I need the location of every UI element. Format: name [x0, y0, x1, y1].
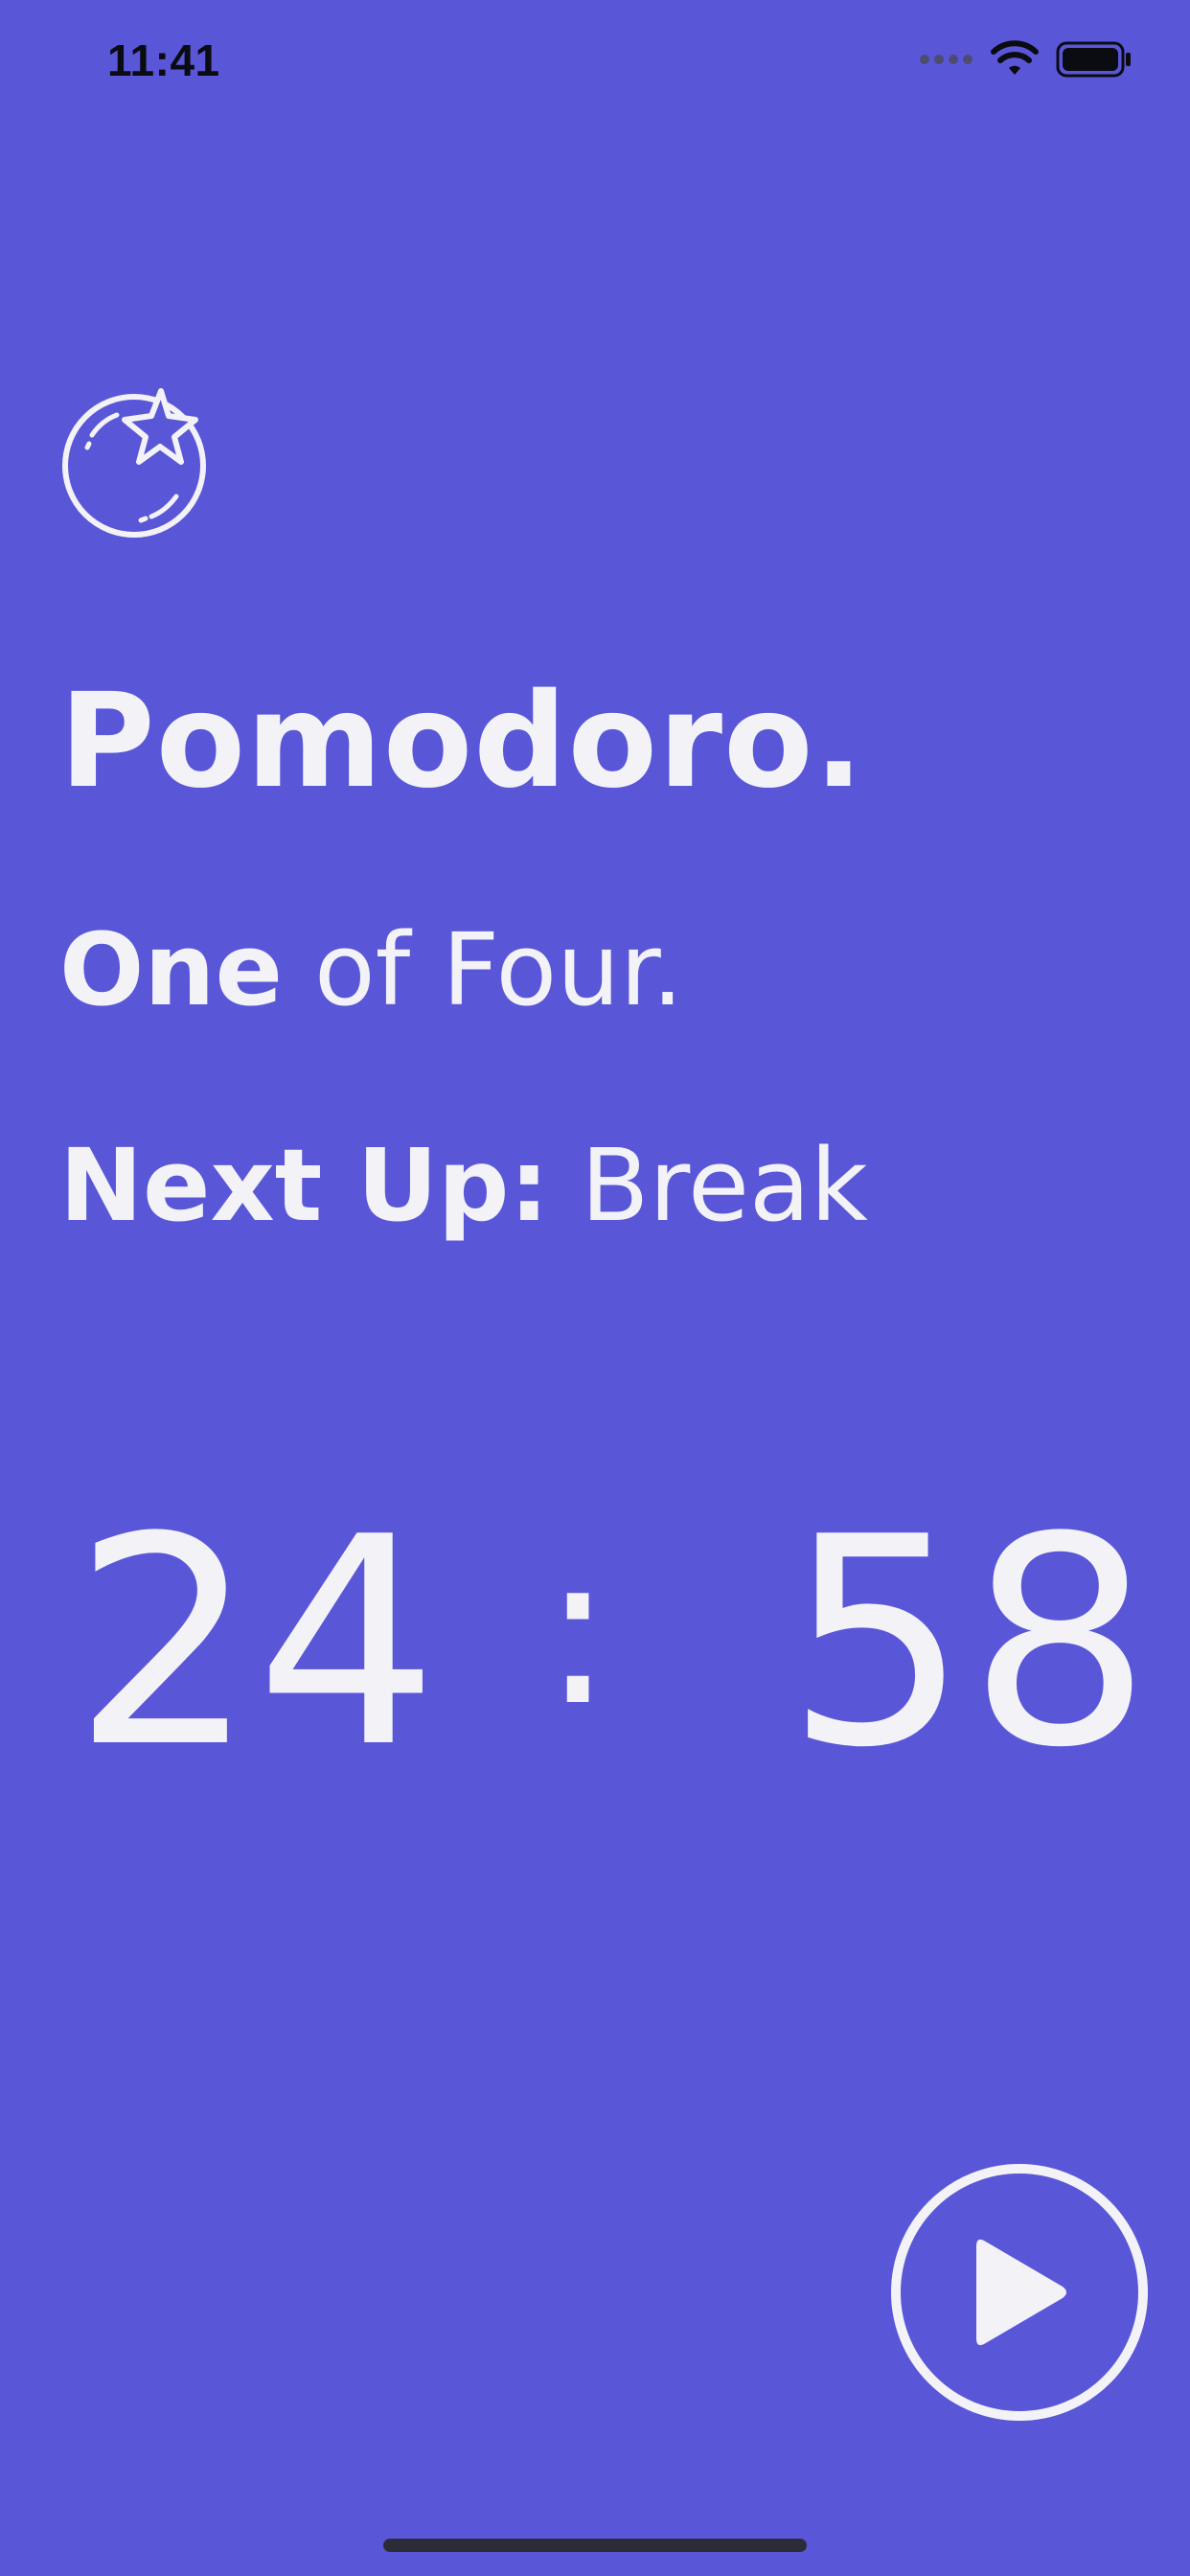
home-indicator[interactable]: [383, 2539, 807, 2552]
play-icon: [976, 2239, 1066, 2346]
play-button[interactable]: [891, 2164, 1148, 2421]
timer-seconds: 58: [786, 1476, 1152, 1810]
timer-separator: :: [542, 1506, 614, 1752]
signal-dots-icon: [920, 55, 973, 64]
battery-icon: [1056, 41, 1131, 78]
status-time: 11:41: [107, 35, 220, 85]
round-current: One: [59, 911, 283, 1028]
timer-minutes: 24: [73, 1476, 439, 1810]
status-bar: 11:41: [0, 0, 1190, 126]
round-total: of Four.: [314, 911, 684, 1028]
wifi-icon: [991, 40, 1039, 75]
next-up-value: Break: [581, 1127, 868, 1244]
next-up-label: Next Up:: [59, 1127, 550, 1244]
status-icons: [918, 40, 1133, 79]
page-title: Pomodoro.: [59, 666, 865, 817]
round-progress: One of Four.: [59, 920, 683, 1020]
next-up: Next Up: Break: [59, 1136, 868, 1235]
tomato-icon: [62, 388, 206, 538]
